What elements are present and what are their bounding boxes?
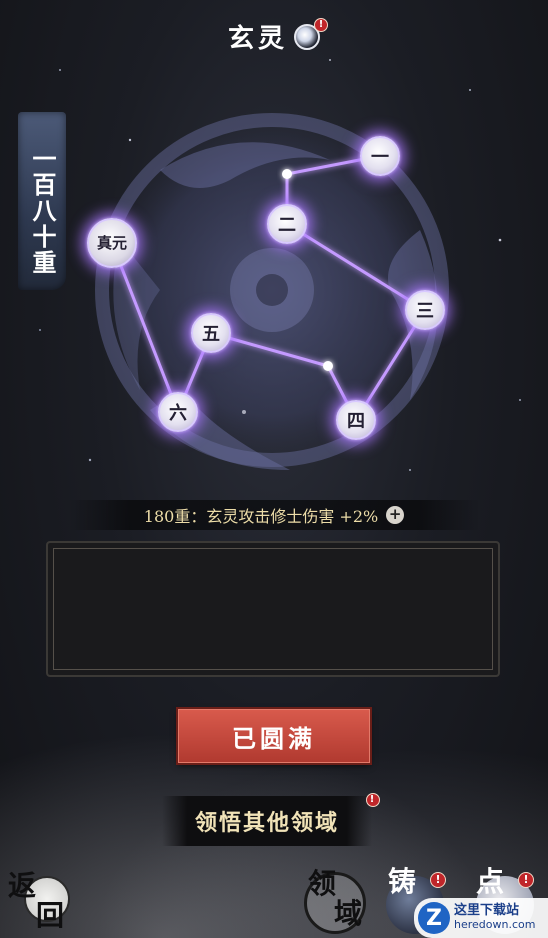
point-char: 点 [476,865,505,898]
exclamation-badge-icon: ! [314,17,328,32]
node-four[interactable]: 四 [336,400,376,440]
watermark-url: heredown.com [454,918,536,931]
domain-button[interactable]: 领 域 [304,862,370,934]
comprehend-label: 领悟其他领域 [194,810,339,836]
node-six[interactable]: 六 [158,392,198,432]
back-button[interactable]: 返 回 [6,868,70,934]
completed-button[interactable]: 已圆满 [178,709,370,763]
exclamation-badge-icon: ! [518,872,534,888]
comprehend-other-domains-button[interactable]: 领悟其他领域 ! [162,793,380,846]
constellation-art [92,110,452,470]
node-one[interactable]: 一 [360,136,400,176]
page-header: 玄灵 ! [0,17,548,55]
bonus-info-bar: 180重：玄灵攻击修士伤害 +2% + [68,500,480,530]
watermark-name: 这里下载站 [454,903,520,918]
node-origin[interactable]: 真元 [87,218,137,268]
link-star [282,169,292,179]
node-three[interactable]: 三 [405,290,445,330]
forge-char: 铸 [388,865,417,898]
bonus-text: 180重：玄灵攻击修士伤害 +2% [143,507,379,526]
description-panel [46,541,500,677]
exclamation-badge-icon: ! [366,793,380,807]
back-char-2: 回 [36,899,65,932]
page-title: 玄灵 [227,24,288,54]
link-star [323,361,333,371]
spirit-orb-icon[interactable]: ! [294,17,328,50]
domain-char-2: 域 [334,897,363,930]
back-char-1: 返 [8,869,37,902]
node-five[interactable]: 五 [191,313,231,353]
watermark-text: 这里下载站 heredown.com [454,904,535,932]
constellation-board: 真元 一 二 三 四 五 六 [0,90,548,490]
node-two[interactable]: 二 [267,204,307,244]
exclamation-badge-icon: ! [430,872,446,888]
watermark-logo-icon: Z [418,902,450,934]
plus-circle-icon[interactable]: + [386,506,405,524]
domain-char-1: 领 [308,867,337,900]
site-watermark: Z 这里下载站 heredown.com [414,898,548,938]
